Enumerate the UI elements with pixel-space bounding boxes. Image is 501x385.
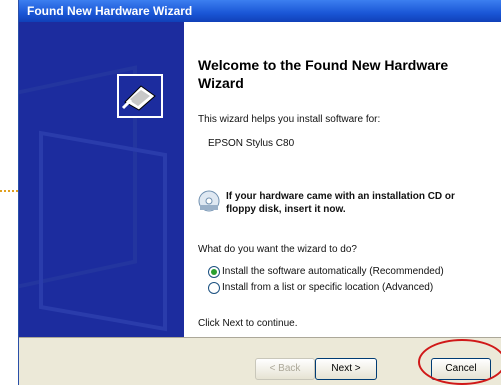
continue-hint: Click Next to continue. (198, 318, 298, 329)
annotation-dotted-line (0, 190, 18, 192)
back-button[interactable]: < Back (255, 358, 315, 380)
question-text: What do you want the wizard to do? (198, 244, 357, 255)
option-list-label[interactable]: Install from a list or specific location… (222, 282, 433, 293)
wizard-window: Found New Hardware Wizard Welcome to the… (18, 0, 501, 385)
device-name: EPSON Stylus C80 (208, 138, 295, 149)
radio-install-from-list[interactable] (208, 282, 220, 294)
radio-install-automatic[interactable] (208, 266, 220, 278)
cd-prompt: If your hardware came with an installati… (226, 191, 455, 215)
wizard-content: Welcome to the Found New Hardware Wizard… (184, 22, 501, 337)
intro-text: This wizard helps you install software f… (198, 114, 381, 125)
next-button[interactable]: Next > (315, 358, 377, 380)
window-title: Found New Hardware Wizard (27, 4, 193, 18)
hardware-install-icon (117, 74, 163, 118)
cd-icon (198, 190, 220, 212)
wizard-heading: Welcome to the Found New Hardware Wizard (198, 57, 449, 91)
highlight-circle (418, 339, 501, 385)
title-bar[interactable]: Found New Hardware Wizard (19, 0, 501, 22)
option-automatic-label[interactable]: Install the software automatically (Reco… (222, 266, 444, 277)
side-banner (19, 22, 184, 337)
